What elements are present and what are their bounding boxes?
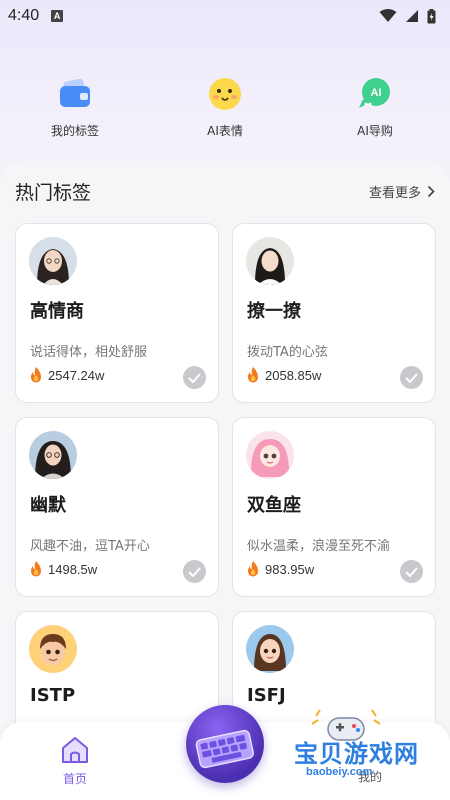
notification-badge: A <box>51 10 64 22</box>
home-icon <box>62 737 88 763</box>
tag-card-humor[interactable]: 幽默 风趣不油，逗TA开心 1498.5w <box>15 417 219 597</box>
section-title: 热门标签 <box>15 182 92 204</box>
card-count: 2058.85w <box>246 367 321 383</box>
quick-my-tags[interactable]: 我的标签 <box>0 74 150 139</box>
card-desc: 说话得体，相处舒服 <box>30 345 148 360</box>
select-check-button[interactable] <box>400 560 423 583</box>
card-desc: 似水温柔，浪漫至死不渝 <box>247 539 391 554</box>
ai-chat-icon: AI <box>355 74 395 114</box>
fire-icon <box>248 561 258 577</box>
tag-card-high-eq[interactable]: 高情商 说话得体，相处舒服 2547.24w <box>15 223 219 403</box>
card-desc: 风趣不油，逗TA开心 <box>30 539 150 554</box>
card-count: 1498.5w <box>29 561 97 577</box>
card-count: 983.95w <box>246 561 314 577</box>
battery-icon <box>427 8 436 23</box>
avatar-girl-3 <box>29 431 77 479</box>
fire-icon <box>31 561 41 577</box>
check-icon <box>188 372 201 383</box>
chevron-right-icon <box>427 185 435 198</box>
card-title: 高情商 <box>30 301 84 322</box>
avatar-girl-2 <box>246 237 294 285</box>
card-title: ISFJ <box>247 685 286 706</box>
wifi-icon <box>379 9 397 22</box>
svg-text:AI: AI <box>371 87 382 99</box>
avatar-girl-4 <box>246 625 294 673</box>
card-count-value: 1498.5w <box>48 561 98 577</box>
view-more-label: 查看更多 <box>368 186 421 201</box>
quick-ai-shopping[interactable]: AI AI导购 <box>300 74 450 139</box>
tag-card-pisces[interactable]: 双鱼座 似水温柔，浪漫至死不渝 983.95w <box>232 417 436 597</box>
card-title: 双鱼座 <box>247 495 301 516</box>
card-title: 幽默 <box>30 495 66 516</box>
keyboard-fab-button[interactable] <box>186 705 264 783</box>
avatar-pink-hair <box>246 431 294 479</box>
signal-icon <box>406 10 418 22</box>
card-desc: 拨动TA的心弦 <box>247 345 328 360</box>
watermark-title: 宝贝游戏网 <box>294 740 419 768</box>
select-check-button[interactable] <box>183 560 206 583</box>
quick-label: AI表情 <box>207 124 243 138</box>
card-count-value: 2058.85w <box>265 367 322 383</box>
emoji-face-icon <box>205 74 245 114</box>
tag-card-flirt[interactable]: 撩一撩 拨动TA的心弦 2058.85w <box>232 223 436 403</box>
watermark: 宝贝游戏网 baobeiy.com <box>290 706 450 796</box>
quick-ai-emoji[interactable]: AI表情 <box>150 74 300 139</box>
quick-label: AI导购 <box>357 124 393 138</box>
wallet-icon <box>55 74 95 114</box>
keyboard-icon <box>195 729 254 769</box>
quick-label: 我的标签 <box>50 124 99 138</box>
select-check-button[interactable] <box>400 366 423 389</box>
card-count-value: 983.95w <box>265 561 315 577</box>
status-icons <box>379 8 436 24</box>
fire-icon <box>31 367 41 383</box>
status-bar: 4:40 A <box>0 0 450 32</box>
check-icon <box>405 566 418 577</box>
view-more-link[interactable]: 查看更多 <box>369 182 435 201</box>
avatar-girl-1 <box>29 237 77 285</box>
quick-actions: 我的标签 AI表情 AI AI导购 <box>0 74 450 139</box>
check-icon <box>405 372 418 383</box>
card-count-value: 2547.24w <box>48 367 105 383</box>
card-title: ISTP <box>30 685 76 706</box>
fire-icon <box>248 367 258 383</box>
select-check-button[interactable] <box>183 366 206 389</box>
card-count: 2547.24w <box>29 367 104 383</box>
avatar-boy <box>29 625 77 673</box>
watermark-url: baobeiy.com <box>306 766 373 778</box>
status-time: 4:40 <box>8 7 40 24</box>
card-title: 撩一撩 <box>247 301 301 322</box>
tab-home[interactable]: 首页 <box>55 736 95 787</box>
section-header: 热门标签 查看更多 <box>15 178 435 205</box>
check-icon <box>188 566 201 577</box>
tab-home-label: 首页 <box>62 772 87 786</box>
